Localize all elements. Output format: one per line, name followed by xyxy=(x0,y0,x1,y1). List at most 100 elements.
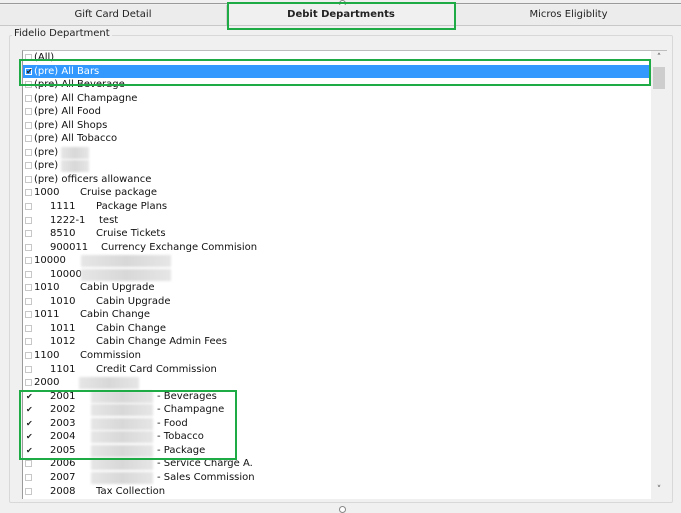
checkbox-checked[interactable]: ✔ xyxy=(25,406,33,414)
item-name: Currency Exchange Commision xyxy=(101,241,258,253)
checkbox[interactable] xyxy=(25,270,32,278)
checkbox[interactable] xyxy=(25,162,32,170)
redacted-text xyxy=(79,377,139,390)
item-code: 1010 xyxy=(50,295,76,307)
item-code: 2008 xyxy=(50,485,76,497)
checkbox[interactable] xyxy=(25,54,32,61)
item-code: 8510 xyxy=(50,228,76,240)
redacted-text xyxy=(61,146,89,159)
list-item[interactable]: 2000 xyxy=(23,376,651,390)
checkbox[interactable] xyxy=(25,175,32,183)
checkbox[interactable] xyxy=(25,379,32,387)
list-item[interactable]: 1011 Cabin Change xyxy=(23,322,651,336)
list-item[interactable]: 1011 Cabin Change xyxy=(23,308,651,322)
item-name: Cabin Change Admin Fees xyxy=(96,336,227,348)
list-item[interactable]: ✔ 2002 - Champagne xyxy=(23,403,651,417)
checkbox[interactable] xyxy=(25,324,32,332)
department-rows: (All) ✔ (pre) All Bars (pre) All Beverage (p… xyxy=(23,51,651,498)
item-name: Cabin Change xyxy=(80,309,151,321)
department-checklist[interactable]: (All) ✔ (pre) All Bars (pre) All Beverage (p… xyxy=(22,50,667,499)
checkbox[interactable] xyxy=(25,203,32,211)
checkbox[interactable] xyxy=(25,81,32,89)
list-item[interactable]: 1010 Cabin Upgrade xyxy=(23,281,651,295)
list-item[interactable]: 2006 - Service Charge A. xyxy=(23,457,651,471)
checkbox-checked[interactable]: ✔ xyxy=(25,446,33,454)
list-item[interactable]: 1222-1 test xyxy=(23,214,651,228)
checkbox-checked[interactable]: ✔ xyxy=(25,419,33,427)
list-item[interactable]: (pre) All Champagne xyxy=(23,92,651,106)
scroll-up-icon[interactable]: ˄ xyxy=(651,51,667,65)
item-name: Package Plans xyxy=(96,201,168,213)
item-name: Cabin Upgrade xyxy=(80,282,155,294)
list-item[interactable]: 1000 Cruise package xyxy=(23,186,651,200)
item-name: - Sales Commission xyxy=(157,471,255,483)
list-item[interactable]: 900011 Currency Exchange Commision xyxy=(23,241,651,255)
list-item[interactable]: (pre) xyxy=(23,146,651,160)
checkbox[interactable] xyxy=(25,284,32,292)
item-name: Cabin Upgrade xyxy=(96,295,171,307)
list-item[interactable]: ✔ 2005 - Package xyxy=(23,444,651,458)
checkbox[interactable] xyxy=(25,216,32,224)
checkbox[interactable] xyxy=(25,297,32,305)
checkbox-checked[interactable]: ✔ xyxy=(25,433,33,441)
checkbox[interactable] xyxy=(25,257,32,265)
checkbox[interactable] xyxy=(25,487,32,495)
item-code: (pre) All Beverage xyxy=(34,79,125,91)
item-code: 1111 xyxy=(50,201,76,213)
item-code: 2005 xyxy=(50,444,76,456)
checkbox[interactable] xyxy=(25,230,32,238)
list-item[interactable]: ✔ 2001 - Beverages xyxy=(23,390,651,404)
checkbox[interactable] xyxy=(25,108,32,116)
item-code: 2001 xyxy=(50,390,76,402)
item-code: (pre) All Tobacco xyxy=(34,133,118,145)
checkbox[interactable] xyxy=(25,352,32,360)
list-item[interactable]: 2008 Tax Collection xyxy=(23,485,651,499)
list-item[interactable]: ✔ 2003 - Food xyxy=(23,417,651,431)
redacted-text xyxy=(91,390,153,403)
redacted-text xyxy=(91,444,153,457)
list-item[interactable]: (pre) xyxy=(23,159,651,173)
list-item[interactable]: 8510 Cruise Tickets xyxy=(23,227,651,241)
item-code: 2000 xyxy=(34,377,60,389)
item-name: Cruise package xyxy=(80,187,157,199)
list-item[interactable]: 2007 - Sales Commission xyxy=(23,471,651,485)
checkbox[interactable] xyxy=(25,365,32,373)
checkbox[interactable] xyxy=(25,473,32,481)
checkbox[interactable] xyxy=(25,189,32,197)
list-item[interactable]: 10000 xyxy=(23,254,651,268)
item-code: (pre) officers allowance xyxy=(34,173,152,185)
item-code: 1010 xyxy=(34,282,60,294)
list-item[interactable]: 1100 Commission xyxy=(23,349,651,363)
list-item[interactable]: 1101 Credit Card Commission xyxy=(23,363,651,377)
tab-micros-eligibility[interactable]: Micros Eligiblity xyxy=(456,5,681,25)
list-item[interactable]: 1111 Package Plans xyxy=(23,200,651,214)
list-item[interactable]: ✔ (pre) All Bars xyxy=(23,64,651,79)
checkbox[interactable] xyxy=(25,94,32,102)
redacted-text xyxy=(91,471,153,484)
list-item[interactable]: (pre) All Tobacco xyxy=(23,132,651,146)
checkbox[interactable] xyxy=(25,148,32,156)
checkbox[interactable] xyxy=(25,243,32,251)
vertical-scrollbar[interactable]: ˄ ˅ xyxy=(651,51,667,499)
list-item[interactable]: (pre) All Food xyxy=(23,105,651,119)
scroll-down-icon[interactable]: ˅ xyxy=(651,483,667,497)
list-item[interactable]: 1010 Cabin Upgrade xyxy=(23,295,651,309)
list-item[interactable]: (All) xyxy=(23,51,651,65)
list-item[interactable]: ✔ 2004 - Tobacco xyxy=(23,430,651,444)
checkbox-checked[interactable]: ✔ xyxy=(25,392,33,400)
item-code: (pre) All Champagne xyxy=(34,92,138,104)
checkbox[interactable] xyxy=(25,460,32,468)
checkbox-checked[interactable]: ✔ xyxy=(25,67,33,75)
checkbox[interactable] xyxy=(25,338,32,346)
tab-gift-card-detail[interactable]: Gift Card Detail xyxy=(0,5,227,25)
scroll-thumb[interactable] xyxy=(653,67,665,89)
checkbox[interactable] xyxy=(25,121,32,129)
list-item[interactable]: 10000 xyxy=(23,268,651,282)
list-item[interactable]: 1012 Cabin Change Admin Fees xyxy=(23,335,651,349)
list-item[interactable]: (pre) officers allowance xyxy=(23,173,651,187)
checkbox[interactable] xyxy=(25,135,32,143)
checkbox[interactable] xyxy=(25,311,32,319)
list-item[interactable]: (pre) All Shops xyxy=(23,119,651,133)
list-item[interactable]: (pre) All Beverage xyxy=(23,78,651,92)
redacted-text xyxy=(81,268,171,281)
